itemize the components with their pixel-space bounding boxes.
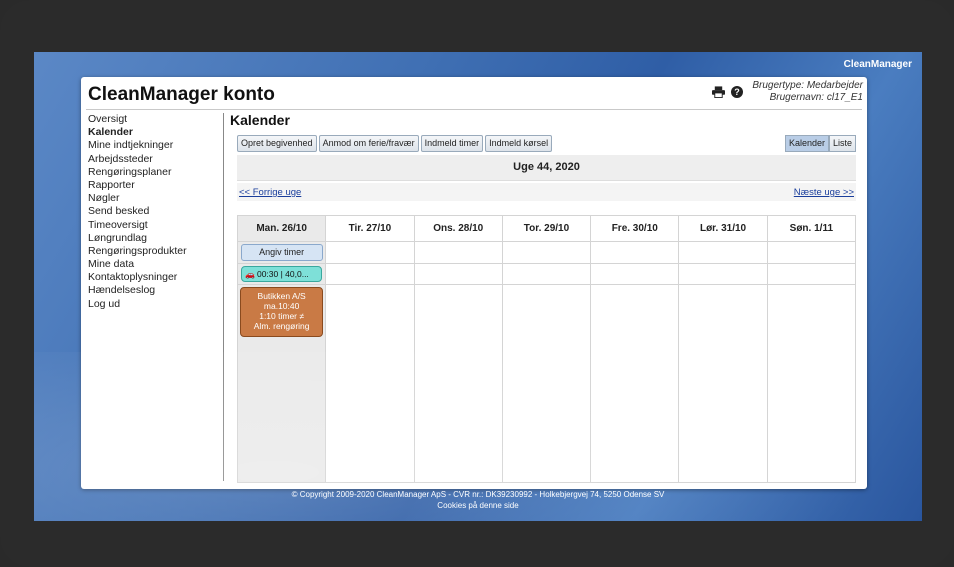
calendar-cell[interactable] [325,263,415,285]
main-content: Kalender Opret begivenhed Anmod om ferie… [230,111,857,483]
enter-hours-button[interactable]: Angiv timer [240,244,323,261]
username: Brugernavn: cl17_E1 [769,92,863,103]
sidebar-item-arbejdssteder[interactable]: Arbejdssteder [88,153,223,166]
appointment-time: ma.10:40 [263,301,300,311]
calendar-cell: Butikken A/S ma.10:40 1:10 timer ≠ Alm. … [236,284,327,483]
day-header-wednesday: Ons. 28/10 [413,215,503,242]
calendar-cell: Angiv timer [236,241,327,264]
list-view-button[interactable]: Liste [828,135,856,152]
calendar-cell[interactable] [590,284,680,483]
day-header-friday: Fre. 30/10 [590,215,680,242]
report-driving-button[interactable]: Indmeld kørsel [485,135,553,152]
driving-row: 🚗 00:30 | 40,0... [236,263,857,285]
calendar-cell[interactable] [678,284,768,483]
calendar-cell[interactable] [413,263,503,285]
section-title: Kalender [230,112,290,128]
sidebar: Oversigt Kalender Mine indtjekninger Arb… [88,113,223,311]
help-icon[interactable]: ? [731,86,743,98]
day-header-tuesday: Tir. 27/10 [325,215,415,242]
calendar-cell: 🚗 00:30 | 40,0... [236,263,327,285]
appointment-task: Alm. rengøring [253,321,310,331]
appointment-customer: Butikken A/S [257,291,306,301]
week-navigation: << Forrige uge Næste uge >> [237,183,856,201]
account-panel: CleanManager konto ? Brugertype: Medarbe… [81,77,867,489]
sidebar-item-mine-data[interactable]: Mine data [88,258,223,271]
calendar-cell[interactable] [678,263,768,285]
calendar-cell[interactable] [766,263,857,285]
calendar-cell[interactable] [501,263,592,285]
copyright-text: © Copyright 2009-2020 CleanManager ApS -… [291,490,665,499]
day-header-thursday: Tor. 29/10 [501,215,592,242]
appointment-card[interactable]: Butikken A/S ma.10:40 1:10 timer ≠ Alm. … [240,287,324,337]
day-header-monday: Man. 26/10 [236,215,327,242]
header-icons: ? [712,86,743,98]
sidebar-item-mine-indtjekninger[interactable]: Mine indtjekninger [88,139,223,152]
sidebar-item-haendelseslog[interactable]: Hændelseslog [88,284,223,297]
sidebar-item-nogler[interactable]: Nøgler [88,192,223,205]
calendar-cell[interactable] [325,284,415,483]
sidebar-item-longrundlag[interactable]: Løngrundlag [88,232,223,245]
calendar-cell[interactable] [501,284,592,483]
calendar-cell[interactable] [678,241,768,264]
calendar-cell[interactable] [325,241,415,264]
footer: © Copyright 2009-2020 CleanManager ApS -… [34,489,922,511]
day-header-row: Man. 26/10 Tir. 27/10 Ons. 28/10 Tor. 29… [236,215,857,242]
sidebar-item-send-besked[interactable]: Send besked [88,205,223,218]
day-header-sunday: Søn. 1/11 [766,215,857,242]
sidebar-item-kalender[interactable]: Kalender [88,126,223,139]
calendar-cell[interactable] [413,284,503,483]
previous-week-link[interactable]: << Forrige uge [239,187,301,198]
events-row: Butikken A/S ma.10:40 1:10 timer ≠ Alm. … [236,284,857,483]
report-hours-button[interactable]: Indmeld timer [420,135,484,152]
page-title: CleanManager konto [88,84,275,105]
toolbar: Opret begivenhed Anmod om ferie/fravær I… [237,135,553,152]
sidebar-item-rengoringsplaner[interactable]: Rengøringsplaner [88,166,223,179]
calendar-cell[interactable] [501,241,592,264]
driving-entry[interactable]: 🚗 00:30 | 40,0... [241,266,323,282]
screen: CleanManager CleanManager konto ? Bruger… [34,52,922,521]
user-info: Brugertype: Medarbejder Brugernavn: cl17… [752,80,863,104]
sidebar-item-timeoversigt[interactable]: Timeoversigt [88,219,223,232]
sidebar-item-log-ud[interactable]: Log ud [88,298,223,311]
appointment-duration: 1:10 timer ≠ [259,311,305,321]
sidebar-item-kontaktoplysninger[interactable]: Kontaktoplysninger [88,271,223,284]
calendar-view-button[interactable]: Kalender [784,135,829,152]
user-type: Brugertype: Medarbejder [752,80,863,91]
week-label: Uge 44, 2020 [237,155,856,181]
cookies-link[interactable]: Cookies på denne side [34,500,922,511]
sidebar-item-rapporter[interactable]: Rapporter [88,179,223,192]
calendar-cell[interactable] [413,241,503,264]
car-icon: 🚗 [245,270,255,279]
sidebar-item-oversigt[interactable]: Oversigt [88,113,223,126]
day-header-saturday: Lør. 31/10 [678,215,768,242]
calendar-cell[interactable] [766,284,857,483]
calendar-cell[interactable] [590,241,680,264]
brand-label: CleanManager [843,59,912,70]
create-event-button[interactable]: Opret begivenhed [237,135,317,152]
view-switch: Kalender Liste [784,135,856,152]
next-week-link[interactable]: Næste uge >> [794,187,854,198]
request-leave-button[interactable]: Anmod om ferie/fravær [318,135,419,152]
print-icon[interactable] [712,86,725,98]
driving-entry-text: 00:30 | 40,0... [256,269,309,279]
title-divider [86,109,862,110]
calendar-cell[interactable] [766,241,857,264]
hours-row: Angiv timer [236,241,857,264]
week-calendar: Man. 26/10 Tir. 27/10 Ons. 28/10 Tor. 29… [236,215,857,483]
sidebar-divider [223,113,224,481]
sidebar-item-rengoringsprodukter[interactable]: Rengøringsprodukter [88,245,223,258]
calendar-cell[interactable] [590,263,680,285]
